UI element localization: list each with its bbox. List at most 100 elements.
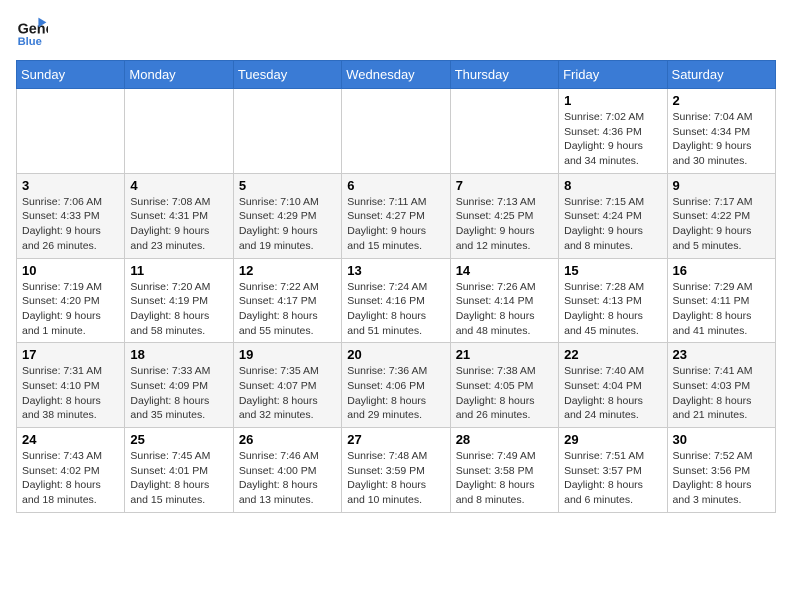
- day-info: Sunrise: 7:06 AM Sunset: 4:33 PM Dayligh…: [22, 195, 119, 254]
- calendar-body: 1 Sunrise: 7:02 AM Sunset: 4:36 PM Daylig…: [17, 89, 776, 513]
- calendar-cell: 8 Sunrise: 7:15 AM Sunset: 4:24 PM Daylig…: [559, 173, 667, 258]
- header-row: SundayMondayTuesdayWednesdayThursdayFrid…: [17, 61, 776, 89]
- day-number: 1: [564, 93, 661, 108]
- calendar-cell: 12 Sunrise: 7:22 AM Sunset: 4:17 PM Dayli…: [233, 258, 341, 343]
- calendar-cell: [17, 89, 125, 174]
- calendar-table: SundayMondayTuesdayWednesdayThursdayFrid…: [16, 60, 776, 513]
- day-number: 11: [130, 263, 227, 278]
- day-info: Sunrise: 7:20 AM Sunset: 4:19 PM Dayligh…: [130, 280, 227, 339]
- calendar-cell: [233, 89, 341, 174]
- day-info: Sunrise: 7:35 AM Sunset: 4:07 PM Dayligh…: [239, 364, 336, 423]
- day-info: Sunrise: 7:02 AM Sunset: 4:36 PM Dayligh…: [564, 110, 661, 169]
- day-number: 28: [456, 432, 553, 447]
- calendar-cell: 14 Sunrise: 7:26 AM Sunset: 4:14 PM Dayli…: [450, 258, 558, 343]
- day-number: 29: [564, 432, 661, 447]
- calendar-cell: 23 Sunrise: 7:41 AM Sunset: 4:03 PM Dayli…: [667, 343, 775, 428]
- day-info: Sunrise: 7:48 AM Sunset: 3:59 PM Dayligh…: [347, 449, 444, 508]
- day-info: Sunrise: 7:04 AM Sunset: 4:34 PM Dayligh…: [673, 110, 770, 169]
- day-info: Sunrise: 7:46 AM Sunset: 4:00 PM Dayligh…: [239, 449, 336, 508]
- day-number: 12: [239, 263, 336, 278]
- day-number: 18: [130, 347, 227, 362]
- calendar-week-row: 3 Sunrise: 7:06 AM Sunset: 4:33 PM Daylig…: [17, 173, 776, 258]
- day-number: 13: [347, 263, 444, 278]
- day-info: Sunrise: 7:43 AM Sunset: 4:02 PM Dayligh…: [22, 449, 119, 508]
- day-number: 8: [564, 178, 661, 193]
- day-number: 24: [22, 432, 119, 447]
- day-info: Sunrise: 7:45 AM Sunset: 4:01 PM Dayligh…: [130, 449, 227, 508]
- day-info: Sunrise: 7:08 AM Sunset: 4:31 PM Dayligh…: [130, 195, 227, 254]
- calendar-cell: [342, 89, 450, 174]
- calendar-cell: 29 Sunrise: 7:51 AM Sunset: 3:57 PM Dayli…: [559, 428, 667, 513]
- calendar-cell: 19 Sunrise: 7:35 AM Sunset: 4:07 PM Dayli…: [233, 343, 341, 428]
- day-info: Sunrise: 7:11 AM Sunset: 4:27 PM Dayligh…: [347, 195, 444, 254]
- calendar-cell: [450, 89, 558, 174]
- logo: General Blue: [16, 16, 52, 48]
- day-info: Sunrise: 7:24 AM Sunset: 4:16 PM Dayligh…: [347, 280, 444, 339]
- calendar-cell: 17 Sunrise: 7:31 AM Sunset: 4:10 PM Dayli…: [17, 343, 125, 428]
- day-number: 16: [673, 263, 770, 278]
- calendar-cell: 10 Sunrise: 7:19 AM Sunset: 4:20 PM Dayli…: [17, 258, 125, 343]
- calendar-cell: 5 Sunrise: 7:10 AM Sunset: 4:29 PM Daylig…: [233, 173, 341, 258]
- day-number: 4: [130, 178, 227, 193]
- day-number: 7: [456, 178, 553, 193]
- day-info: Sunrise: 7:40 AM Sunset: 4:04 PM Dayligh…: [564, 364, 661, 423]
- weekday-header: Tuesday: [233, 61, 341, 89]
- day-number: 5: [239, 178, 336, 193]
- day-number: 15: [564, 263, 661, 278]
- day-info: Sunrise: 7:36 AM Sunset: 4:06 PM Dayligh…: [347, 364, 444, 423]
- calendar-cell: 6 Sunrise: 7:11 AM Sunset: 4:27 PM Daylig…: [342, 173, 450, 258]
- day-info: Sunrise: 7:28 AM Sunset: 4:13 PM Dayligh…: [564, 280, 661, 339]
- day-info: Sunrise: 7:52 AM Sunset: 3:56 PM Dayligh…: [673, 449, 770, 508]
- calendar-cell: 7Sunrise: 7:13 AM Sunset: 4:25 PM Daylig…: [450, 173, 558, 258]
- day-info: Sunrise: 7:41 AM Sunset: 4:03 PM Dayligh…: [673, 364, 770, 423]
- weekday-header: Monday: [125, 61, 233, 89]
- calendar-cell: 2Sunrise: 7:04 AM Sunset: 4:34 PM Daylig…: [667, 89, 775, 174]
- day-info: Sunrise: 7:29 AM Sunset: 4:11 PM Dayligh…: [673, 280, 770, 339]
- day-number: 14: [456, 263, 553, 278]
- calendar-cell: 13 Sunrise: 7:24 AM Sunset: 4:16 PM Dayli…: [342, 258, 450, 343]
- day-info: Sunrise: 7:51 AM Sunset: 3:57 PM Dayligh…: [564, 449, 661, 508]
- day-number: 6: [347, 178, 444, 193]
- calendar-cell: 26Sunrise: 7:46 AM Sunset: 4:00 PM Dayli…: [233, 428, 341, 513]
- day-info: Sunrise: 7:33 AM Sunset: 4:09 PM Dayligh…: [130, 364, 227, 423]
- day-number: 23: [673, 347, 770, 362]
- calendar-cell: 1 Sunrise: 7:02 AM Sunset: 4:36 PM Daylig…: [559, 89, 667, 174]
- calendar-cell: [125, 89, 233, 174]
- calendar-cell: 3 Sunrise: 7:06 AM Sunset: 4:33 PM Daylig…: [17, 173, 125, 258]
- calendar-cell: 18 Sunrise: 7:33 AM Sunset: 4:09 PM Dayli…: [125, 343, 233, 428]
- day-number: 30: [673, 432, 770, 447]
- weekday-header: Friday: [559, 61, 667, 89]
- calendar-cell: 27Sunrise: 7:48 AM Sunset: 3:59 PM Dayli…: [342, 428, 450, 513]
- calendar-cell: 9 Sunrise: 7:17 AM Sunset: 4:22 PM Daylig…: [667, 173, 775, 258]
- weekday-header: Saturday: [667, 61, 775, 89]
- day-info: Sunrise: 7:38 AM Sunset: 4:05 PM Dayligh…: [456, 364, 553, 423]
- calendar-cell: 24 Sunrise: 7:43 AM Sunset: 4:02 PM Dayli…: [17, 428, 125, 513]
- day-info: Sunrise: 7:31 AM Sunset: 4:10 PM Dayligh…: [22, 364, 119, 423]
- calendar-week-row: 1 Sunrise: 7:02 AM Sunset: 4:36 PM Daylig…: [17, 89, 776, 174]
- weekday-header: Thursday: [450, 61, 558, 89]
- day-number: 21: [456, 347, 553, 362]
- day-info: Sunrise: 7:22 AM Sunset: 4:17 PM Dayligh…: [239, 280, 336, 339]
- calendar-week-row: 24 Sunrise: 7:43 AM Sunset: 4:02 PM Dayli…: [17, 428, 776, 513]
- calendar-cell: 22 Sunrise: 7:40 AM Sunset: 4:04 PM Dayli…: [559, 343, 667, 428]
- day-number: 3: [22, 178, 119, 193]
- day-number: 17: [22, 347, 119, 362]
- header: General Blue: [16, 16, 776, 48]
- day-info: Sunrise: 7:10 AM Sunset: 4:29 PM Dayligh…: [239, 195, 336, 254]
- day-info: Sunrise: 7:19 AM Sunset: 4:20 PM Dayligh…: [22, 280, 119, 339]
- day-number: 25: [130, 432, 227, 447]
- calendar-cell: 25 Sunrise: 7:45 AM Sunset: 4:01 PM Dayli…: [125, 428, 233, 513]
- calendar-cell: 15 Sunrise: 7:28 AM Sunset: 4:13 PM Dayli…: [559, 258, 667, 343]
- day-info: Sunrise: 7:26 AM Sunset: 4:14 PM Dayligh…: [456, 280, 553, 339]
- calendar-cell: 30 Sunrise: 7:52 AM Sunset: 3:56 PM Dayli…: [667, 428, 775, 513]
- day-number: 9: [673, 178, 770, 193]
- day-info: Sunrise: 7:15 AM Sunset: 4:24 PM Dayligh…: [564, 195, 661, 254]
- calendar-cell: 16 Sunrise: 7:29 AM Sunset: 4:11 PM Dayli…: [667, 258, 775, 343]
- calendar-cell: 4 Sunrise: 7:08 AM Sunset: 4:31 PM Daylig…: [125, 173, 233, 258]
- day-info: Sunrise: 7:17 AM Sunset: 4:22 PM Dayligh…: [673, 195, 770, 254]
- logo-icon: General Blue: [16, 16, 48, 48]
- calendar-week-row: 17 Sunrise: 7:31 AM Sunset: 4:10 PM Dayli…: [17, 343, 776, 428]
- day-number: 10: [22, 263, 119, 278]
- day-number: 19: [239, 347, 336, 362]
- day-number: 22: [564, 347, 661, 362]
